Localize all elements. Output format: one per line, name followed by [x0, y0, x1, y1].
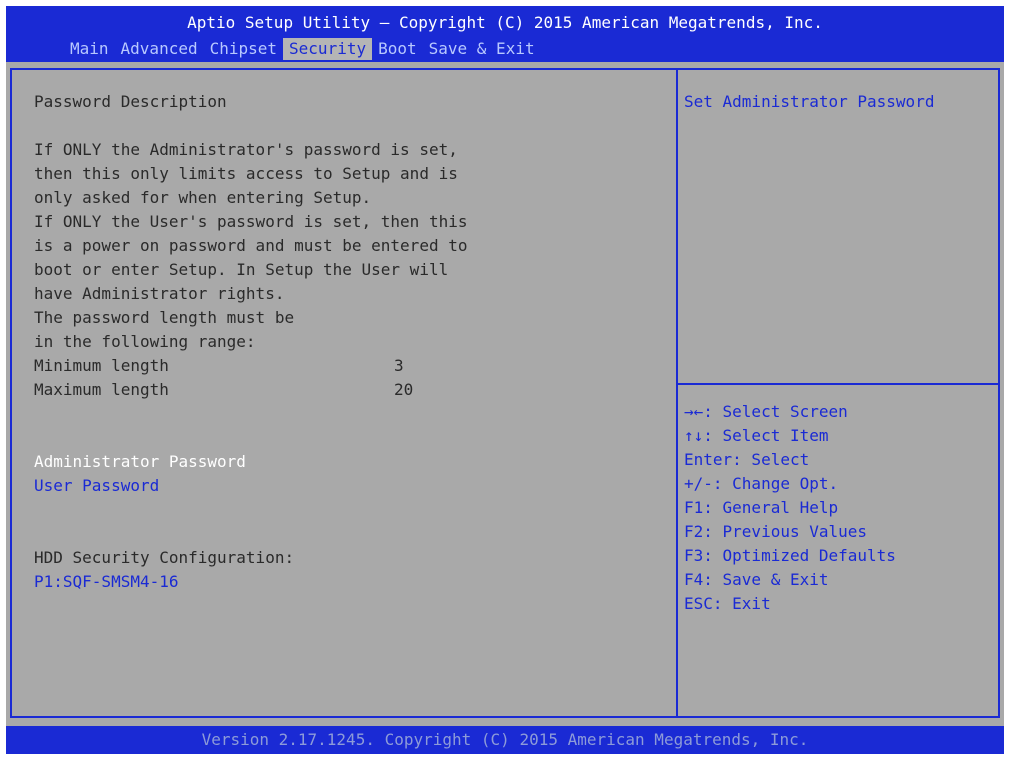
description-line: If ONLY the Administrator's password is …	[34, 140, 458, 159]
tab-main[interactable]: Main	[64, 38, 115, 60]
section-title: Password Description	[34, 92, 227, 111]
key-enter: Enter: Select	[684, 450, 810, 469]
max-length-row: Maximum length 20	[34, 378, 664, 402]
tab-boot[interactable]: Boot	[372, 38, 423, 60]
hdd-security-label: HDD Security Configuration:	[34, 548, 295, 567]
min-length-row: Minimum length 3	[34, 354, 664, 378]
description-line: If ONLY the User's password is set, then…	[34, 212, 468, 231]
description-line: only asked for when entering Setup.	[34, 188, 372, 207]
key-f4: F4: Save & Exit	[684, 570, 829, 589]
description-line: is a power on password and must be enter…	[34, 236, 468, 255]
key-esc: ESC: Exit	[684, 594, 771, 613]
user-password-item[interactable]: User Password	[34, 474, 664, 498]
description-line: in the following range:	[34, 332, 256, 351]
description-line: then this only limits access to Setup an…	[34, 164, 458, 183]
min-length-value: 3	[394, 356, 404, 375]
key-f3: F3: Optimized Defaults	[684, 546, 896, 565]
horizontal-divider	[678, 383, 1000, 385]
key-change-opt: +/-: Change Opt.	[684, 474, 839, 493]
footer-bar: Version 2.17.1245. Copyright (C) 2015 Am…	[6, 726, 1004, 754]
description-line: The password length must be	[34, 308, 295, 327]
description-line: have Administrator rights.	[34, 284, 285, 303]
version-text: Version 2.17.1245. Copyright (C) 2015 Am…	[201, 730, 809, 749]
key-legend: →←: Select Screen ↑↓: Select Item Enter:…	[684, 400, 994, 616]
max-length-label: Maximum length	[34, 380, 169, 399]
administrator-password-item[interactable]: Administrator Password	[34, 450, 664, 474]
tab-bar: Main Advanced Chipset Security Boot Save…	[64, 38, 541, 60]
tab-security[interactable]: Security	[283, 38, 373, 60]
max-length-value: 20	[394, 380, 414, 399]
key-f2: F2: Previous Values	[684, 522, 868, 541]
key-select-screen: →←: Select Screen	[684, 402, 848, 421]
header-bar: Aptio Setup Utility – Copyright (C) 2015…	[6, 6, 1004, 62]
key-select-item: ↑↓: Select Item	[684, 426, 829, 445]
key-f1: F1: General Help	[684, 498, 839, 517]
vertical-divider	[676, 70, 678, 716]
tab-chipset[interactable]: Chipset	[204, 38, 283, 60]
tab-advanced[interactable]: Advanced	[115, 38, 204, 60]
description-line: boot or enter Setup. In Setup the User w…	[34, 260, 449, 279]
min-length-label: Minimum length	[34, 356, 169, 375]
settings-panel: Password Description If ONLY the Adminis…	[34, 90, 664, 594]
app-title: Aptio Setup Utility – Copyright (C) 2015…	[187, 13, 823, 32]
tab-save-exit[interactable]: Save & Exit	[423, 38, 541, 60]
hdd-device-item[interactable]: P1:SQF-SMSM4-16	[34, 570, 664, 594]
bios-screen: Aptio Setup Utility – Copyright (C) 2015…	[6, 6, 1004, 754]
main-frame: Password Description If ONLY the Adminis…	[10, 68, 1000, 718]
help-text: Set Administrator Password	[684, 92, 935, 111]
